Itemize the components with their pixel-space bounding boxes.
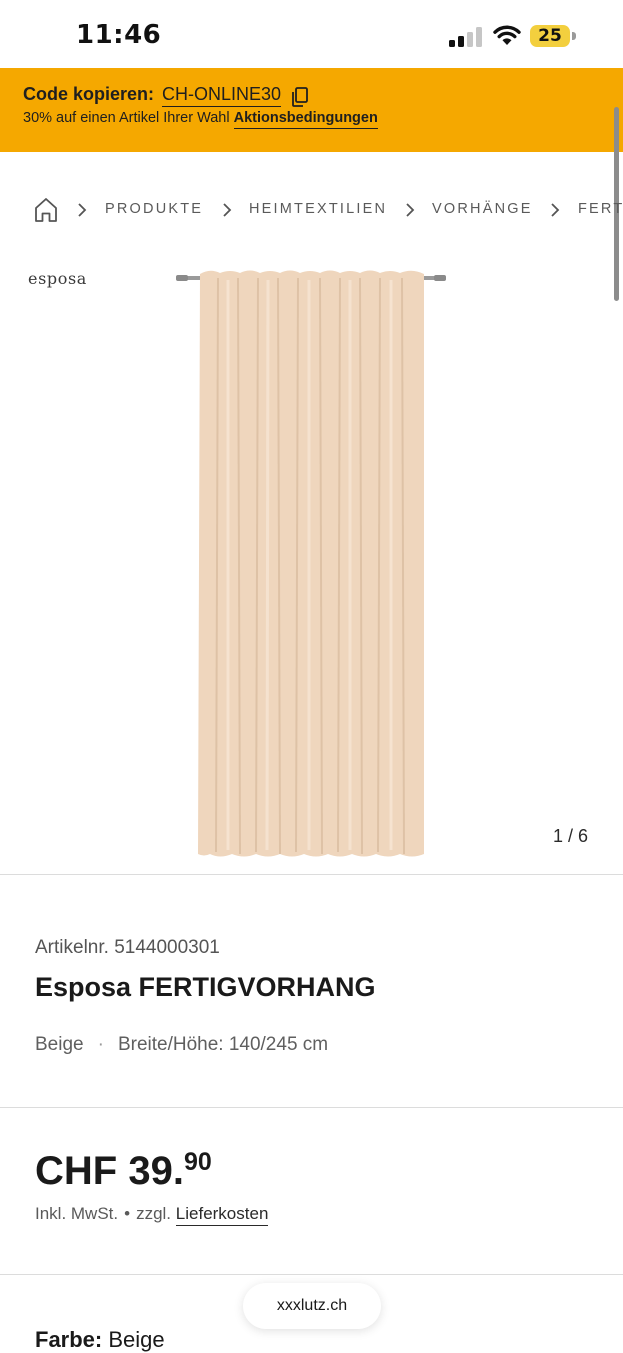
price-cents: 90 <box>183 1148 212 1176</box>
breadcrumb: PRODUKTE HEIMTEXTILIEN VORHÄNGE FERT <box>33 196 623 224</box>
breadcrumb-item-fertigvorhaenge[interactable]: FERT <box>578 201 623 217</box>
chevron-right-icon <box>223 203 232 217</box>
promo-code[interactable]: CH-ONLINE30 <box>162 84 282 107</box>
wifi-icon <box>493 25 521 45</box>
cellular-signal-icon <box>449 27 482 47</box>
product-image[interactable] <box>170 262 455 862</box>
divider <box>0 1274 623 1275</box>
color-label: Farbe: <box>35 1327 103 1352</box>
chevron-right-icon <box>78 203 87 217</box>
promo-banner: Code kopieren: CH-ONLINE30 30% auf einen … <box>0 68 623 152</box>
url-text: xxxlutz.ch <box>276 1297 348 1314</box>
brand-logo: esposa <box>28 269 87 288</box>
battery-icon: 25 <box>530 25 570 47</box>
breadcrumb-item-produkte[interactable]: PRODUKTE <box>105 201 203 217</box>
address-bar[interactable]: xxxlutz.ch <box>243 1283 381 1329</box>
promo-label: Code kopieren: <box>23 84 155 104</box>
status-bar: 11:46 25 <box>0 0 623 68</box>
promo-conditions-link[interactable]: Aktionsbedingungen <box>233 110 378 129</box>
tax-info: Inkl. MwSt. • zzgl. Lieferkosten <box>35 1204 269 1226</box>
shipping-prefix: zzgl. <box>136 1204 172 1223</box>
variant-color: Beige <box>35 1034 84 1055</box>
price-main: CHF 39. <box>35 1149 184 1193</box>
breadcrumb-item-vorhaenge[interactable]: VORHÄNGE <box>432 201 533 217</box>
image-counter: 1 / 6 <box>553 826 589 846</box>
price: CHF 39.90 <box>35 1148 212 1194</box>
tax-separator: • <box>124 1204 131 1223</box>
status-time: 11:46 <box>76 20 162 50</box>
battery-cap <box>572 32 576 40</box>
breadcrumb-item-heimtextilien[interactable]: HEIMTEXTILIEN <box>249 201 387 217</box>
battery-level: 25 <box>538 26 562 46</box>
variant-dimensions: Breite/Höhe: 140/245 cm <box>117 1034 329 1055</box>
promo-code-row: Code kopieren: CH-ONLINE30 <box>23 84 282 107</box>
variant-separator: · <box>97 1034 104 1055</box>
promo-description: 30% auf einen Artikel Ihrer Wahl <box>23 110 230 126</box>
shipping-costs-link[interactable]: Lieferkosten <box>175 1204 269 1226</box>
variant-info: Beige · Breite/Höhe: 140/245 cm <box>35 1034 328 1056</box>
divider <box>0 1107 623 1108</box>
tax-note: Inkl. MwSt. <box>35 1204 119 1223</box>
promo-description-row: 30% auf einen Artikel Ihrer Wahl Aktions… <box>23 110 378 129</box>
chevron-right-icon <box>406 203 415 217</box>
color-value: Beige <box>108 1327 165 1352</box>
divider <box>0 874 623 875</box>
color-selector[interactable]: Farbe: Beige <box>35 1327 165 1353</box>
home-icon[interactable] <box>33 196 59 224</box>
copy-icon[interactable] <box>291 87 309 107</box>
chevron-right-icon <box>551 203 560 217</box>
product-title: Esposa FERTIGVORHANG <box>35 972 376 1002</box>
article-number: Artikelnr. 5144000301 <box>35 937 220 958</box>
